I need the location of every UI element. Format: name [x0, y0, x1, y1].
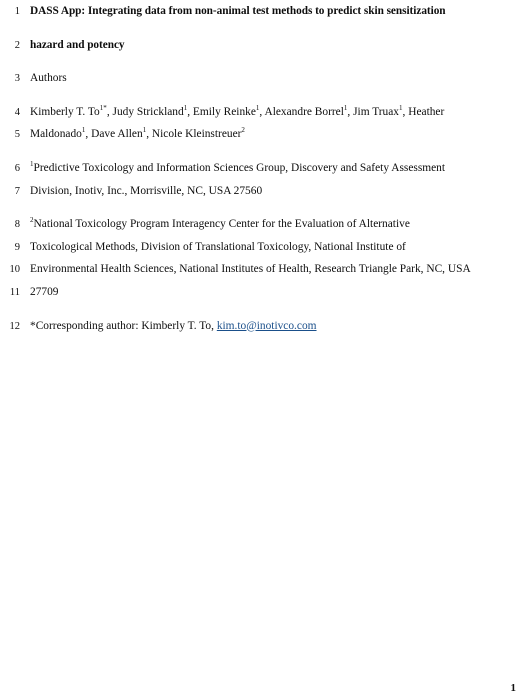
line-text: *Corresponding author: Kimberly T. To, k… — [30, 315, 317, 338]
text-run: , Judy Strickland — [106, 105, 184, 118]
line-number: 11 — [9, 286, 20, 298]
line-number: 4 — [14, 106, 20, 118]
text-run: Predictive Toxicology and Information Sc… — [33, 161, 446, 174]
text-run: , Dave Allen — [85, 128, 143, 141]
text-run: Authors — [30, 72, 67, 85]
manuscript-text-body: 1 DASS App: Integrating data from non-ani… — [0, 0, 521, 337]
line-text: DASS App: Integrating data from non-anim… — [30, 0, 446, 23]
text-run: Toxicological Methods, Division of Trans… — [30, 240, 406, 253]
text-run: Kimberly T. To — [30, 105, 100, 118]
text-run: , Emily Reinke — [187, 105, 256, 118]
line-number: 6 — [14, 162, 20, 174]
manuscript-line: 2 hazard and potency — [0, 34, 521, 57]
manuscript-line: 3 Authors — [0, 67, 521, 90]
text-run: Division, Inotiv, Inc., Morrisville, NC,… — [30, 184, 263, 197]
line-number: 2 — [14, 39, 20, 51]
manuscript-line: 12 *Corresponding author: Kimberly T. To,… — [0, 315, 521, 338]
line-text: Maldonado1, Dave Allen1, Nicole Kleinstr… — [30, 123, 245, 146]
line-text: 27709 — [30, 281, 58, 304]
text-run: *Corresponding author: Kimberly T. To, — [30, 319, 217, 332]
line-number: 7 — [14, 185, 20, 197]
line-text: Authors — [30, 67, 67, 90]
superscript-marker: 1* — [99, 103, 107, 112]
line-number: 12 — [9, 320, 21, 332]
manuscript-line: 8 2National Toxicology Program Interagenc… — [0, 213, 521, 236]
manuscript-line: 5 Maldonado1, Dave Allen1, Nicole Kleinst… — [0, 123, 521, 146]
corresponding-author-email-link[interactable]: kim.to@inotivco.com — [217, 320, 317, 332]
manuscript-line: 1 DASS App: Integrating data from non-ani… — [0, 0, 521, 23]
text-run: DASS App: Integrating data from non-anim… — [30, 5, 446, 17]
text-run: Environmental Health Sciences, National … — [30, 263, 471, 276]
line-number: 8 — [14, 219, 20, 231]
line-number: 10 — [9, 264, 21, 276]
manuscript-line: 9 Toxicological Methods, Division of Tran… — [0, 236, 521, 259]
text-run: hazard and potency — [30, 38, 125, 51]
manuscript-line: 11 27709 — [0, 281, 521, 304]
manuscript-line: 4 Kimberly T. To1*, Judy Strickland1, Emi… — [0, 101, 521, 124]
text-run: National Toxicology Program Interagency … — [33, 218, 410, 231]
line-number: 9 — [14, 241, 20, 253]
text-run: 27709 — [30, 285, 59, 298]
line-number: 5 — [14, 129, 20, 141]
line-text: 2National Toxicology Program Interagency… — [30, 213, 410, 236]
text-run: , Alexandre Borrel — [259, 105, 344, 118]
text-run: Maldonado — [30, 128, 82, 141]
manuscript-line: 7 Division, Inotiv, Inc., Morrisville, NC… — [0, 180, 521, 203]
line-text: Toxicological Methods, Division of Trans… — [30, 236, 406, 259]
text-run: , Jim Truax — [347, 105, 399, 118]
text-run: , Nicole Kleinstreuer — [146, 128, 242, 141]
manuscript-page: 1 DASS App: Integrating data from non-ani… — [0, 0, 521, 700]
manuscript-line: 10 Environmental Health Sciences, Nationa… — [0, 258, 521, 281]
line-text: Division, Inotiv, Inc., Morrisville, NC,… — [30, 180, 262, 203]
line-text: Kimberly T. To1*, Judy Strickland1, Emil… — [30, 101, 444, 124]
line-text: 1Predictive Toxicology and Information S… — [30, 157, 445, 180]
line-number: 3 — [14, 73, 20, 85]
manuscript-line: 6 1Predictive Toxicology and Information … — [0, 157, 521, 180]
line-text: hazard and potency — [30, 34, 125, 57]
superscript-marker: 2 — [241, 126, 245, 135]
line-number: 1 — [14, 6, 20, 17]
line-text: Environmental Health Sciences, National … — [30, 258, 471, 281]
text-run: , Heather — [402, 105, 445, 118]
page-number: 1 — [510, 682, 517, 694]
